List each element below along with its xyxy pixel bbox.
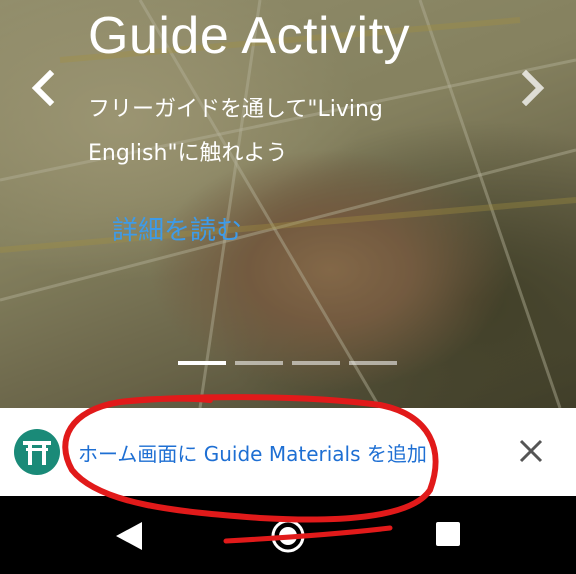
carousel-indicators — [178, 361, 397, 365]
back-triangle-icon[interactable] — [114, 520, 144, 552]
add-to-home-text[interactable]: ホーム画面に Guide Materials を追加 — [78, 438, 427, 467]
chevron-right-icon[interactable] — [518, 69, 546, 107]
chevron-left-icon[interactable] — [30, 69, 58, 107]
read-more-link[interactable]: 詳細を読む — [112, 210, 242, 247]
carousel-dot-3[interactable] — [292, 361, 340, 365]
add-to-home-banner[interactable]: ホーム画面に Guide Materials を追加 — [0, 408, 576, 496]
hero-title: Guide Activity — [88, 7, 411, 65]
carousel-dot-4[interactable] — [349, 361, 397, 365]
hero-carousel[interactable]: Guide Activity フリーガイドを通して"Living English… — [0, 0, 576, 408]
recent-apps-square-icon[interactable] — [436, 522, 460, 546]
carousel-dot-2[interactable] — [235, 361, 283, 365]
close-icon[interactable] — [516, 436, 546, 466]
torii-gate-icon — [14, 429, 60, 475]
system-nav-bar — [0, 496, 576, 574]
carousel-dot-1[interactable] — [178, 361, 226, 365]
hero-subtitle: フリーガイドを通して"Living English"に触れよう — [88, 97, 383, 166]
home-circle-icon[interactable] — [270, 518, 306, 554]
